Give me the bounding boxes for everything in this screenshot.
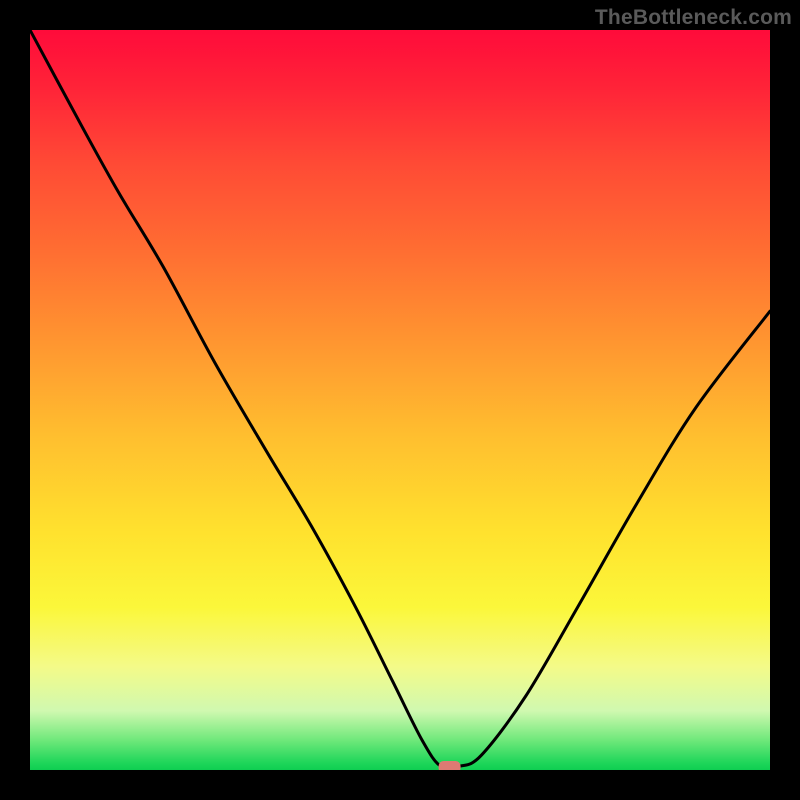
watermark-text: TheBottleneck.com <box>595 6 792 30</box>
plot-area <box>30 30 770 770</box>
bottleneck-curve <box>30 30 770 769</box>
chart-frame: TheBottleneck.com <box>0 0 800 800</box>
optimal-marker <box>439 761 461 770</box>
bottleneck-curve-svg <box>30 30 770 770</box>
